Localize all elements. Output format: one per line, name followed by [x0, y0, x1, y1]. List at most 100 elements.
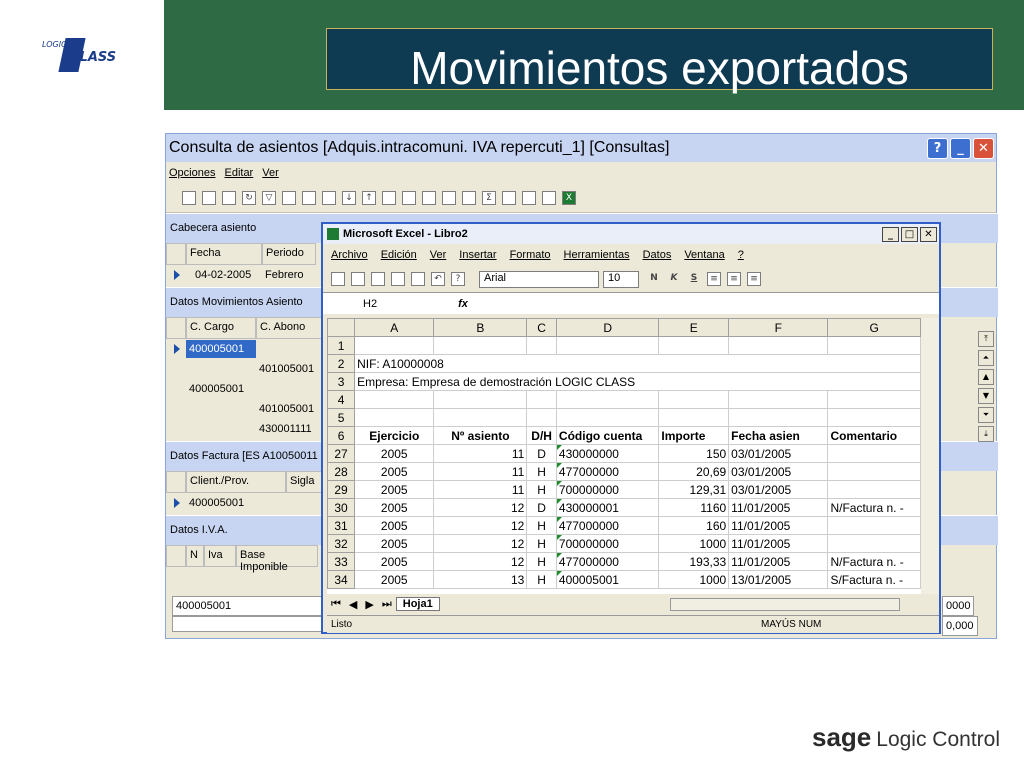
new-icon[interactable] [331, 272, 345, 286]
close-button[interactable]: ✕ [973, 137, 994, 159]
spreadsheet-grid[interactable]: A B C D E F G 1 2 NIF: A10000008 3 Empresa… [327, 318, 921, 594]
title-box: Movimientos exportados [326, 28, 993, 94]
minimize-button[interactable]: _ [950, 137, 971, 159]
cabecera-periodo[interactable]: Febrero [262, 266, 307, 284]
last-sheet-icon[interactable]: ⏭ [382, 598, 392, 611]
menu-formato[interactable]: Formato [510, 249, 551, 261]
bold-icon[interactable]: N [647, 272, 661, 286]
right-value-2: 0,000 [942, 616, 978, 636]
copy-icon[interactable] [422, 191, 436, 205]
print-preview-icon[interactable] [442, 191, 456, 205]
sum-icon[interactable]: Σ [482, 191, 496, 205]
excel-close-button[interactable]: ✕ [920, 226, 937, 242]
next-page-icon[interactable]: ⏷ [978, 407, 994, 423]
help-icon[interactable]: ? [451, 272, 465, 286]
first-sheet-icon[interactable]: ⏮ [331, 598, 341, 611]
toolbar: ↻ ▽ ↓ ↑ Σ X [166, 184, 996, 213]
clear-filter-icon[interactable] [302, 191, 316, 205]
refresh-icon[interactable]: ↻ [242, 191, 256, 205]
menu-archivo[interactable]: Archivo [331, 249, 368, 261]
align-center-icon[interactable]: ≡ [727, 272, 741, 286]
mov-row-1-cargo[interactable]: 400005001 [186, 340, 256, 358]
mov-row-4-abono[interactable]: 401005001 [256, 400, 317, 418]
cell-empresa[interactable]: Empresa: Empresa de demostración LOGIC C… [354, 372, 921, 391]
excel-maximize-button[interactable]: □ [901, 226, 918, 242]
permission-icon[interactable] [391, 272, 405, 286]
bottom-account-field[interactable]: 400005001 [172, 596, 322, 616]
row-pointer-icon [174, 498, 180, 508]
logo-small-text: LOGIC [42, 40, 67, 49]
grid-icon[interactable] [502, 191, 516, 205]
vertical-scrollbar[interactable] [921, 318, 939, 594]
factura-client[interactable]: 400005001 [186, 494, 247, 512]
last-record-icon[interactable]: ⤓ [978, 426, 994, 442]
col-c-abono: C. Abono [256, 317, 322, 339]
menu-ver[interactable]: Ver [430, 249, 447, 261]
align-left-icon[interactable]: ≡ [707, 272, 721, 286]
movimientos-header: C. Cargo C. Abono [166, 317, 322, 339]
print-icon[interactable] [462, 191, 476, 205]
prev-page-icon[interactable]: ⏶ [978, 350, 994, 366]
new-icon[interactable] [182, 191, 196, 205]
sort-az-icon[interactable] [382, 191, 396, 205]
excel-minimize-button[interactable]: _ [882, 226, 899, 242]
window-titlebar: Consulta de asientos [Adquis.intracomuni… [166, 134, 996, 162]
menu-edicion[interactable]: Edición [381, 249, 417, 261]
menu-opciones[interactable]: Opciones [169, 167, 215, 179]
prev-sheet-icon[interactable]: ◀ [349, 598, 357, 611]
print-icon[interactable] [411, 272, 425, 286]
horizontal-scrollbar[interactable] [669, 597, 900, 611]
name-box[interactable]: H2 [323, 298, 433, 310]
mov-row-2-abono[interactable]: 401005001 [256, 360, 317, 378]
excel-icon[interactable]: X [562, 191, 576, 205]
col-header-b[interactable]: B [433, 318, 528, 337]
menu-herramientas[interactable]: Herramientas [564, 249, 630, 261]
sort-asc-icon[interactable]: ↓ [342, 191, 356, 205]
table-row: 3 Empresa: Empresa de demostración LOGIC … [327, 372, 921, 391]
slide-title: Movimientos exportados [410, 42, 909, 94]
tools-icon[interactable] [542, 191, 556, 205]
prev-record-icon[interactable]: ▲ [978, 369, 994, 385]
next-record-icon[interactable]: ▼ [978, 388, 994, 404]
filter-icon[interactable]: ▽ [262, 191, 276, 205]
col-header-f[interactable]: F [728, 318, 829, 337]
next-sheet-icon[interactable]: ▶ [365, 598, 373, 611]
sheet-tab-hoja1[interactable]: Hoja1 [395, 597, 440, 611]
export-icon[interactable] [222, 191, 236, 205]
menu-insertar[interactable]: Insertar [459, 249, 496, 261]
edit-icon[interactable] [202, 191, 216, 205]
menu-ventana[interactable]: Ventana [684, 249, 724, 261]
excel-titlebar: Microsoft Excel - Libro2 _ □ ✕ [323, 224, 939, 244]
sort-desc-icon[interactable]: ↑ [362, 191, 376, 205]
table-row: 32 2005 12 H 700000000 1000 11/01/2005 [327, 534, 921, 553]
undo-icon[interactable]: ↶ [431, 272, 445, 286]
search-icon[interactable] [282, 191, 296, 205]
open-icon[interactable] [351, 272, 365, 286]
font-size-select[interactable]: 10 [603, 270, 639, 288]
filter-edit-icon[interactable] [322, 191, 336, 205]
col-header-c[interactable]: C [526, 318, 557, 337]
underline-icon[interactable]: S [687, 272, 701, 286]
mov-row-3-cargo[interactable]: 400005001 [186, 380, 247, 398]
menu-datos[interactable]: Datos [643, 249, 672, 261]
col-header-e[interactable]: E [658, 318, 730, 337]
report-icon[interactable] [522, 191, 536, 205]
excel-menu-bar: Archivo Edición Ver Insertar Formato Her… [323, 244, 939, 266]
bottom-empty-field[interactable] [172, 616, 322, 632]
help-button[interactable]: ? [927, 137, 948, 159]
menu-ver[interactable]: Ver [262, 167, 279, 179]
col-header-d[interactable]: D [555, 318, 660, 337]
save-icon[interactable] [371, 272, 385, 286]
first-record-icon[interactable]: ⤒ [978, 331, 994, 347]
italic-icon[interactable]: K [667, 272, 681, 286]
cell-nif[interactable]: NIF: A10000008 [354, 354, 921, 373]
align-right-icon[interactable]: ≡ [747, 272, 761, 286]
cabecera-fecha[interactable]: 04-02-2005 [192, 266, 254, 284]
col-header-a[interactable]: A [354, 318, 435, 337]
font-select[interactable]: Arial [479, 270, 599, 288]
menu-editar[interactable]: Editar [224, 167, 253, 179]
menu-help[interactable]: ? [738, 249, 744, 261]
columns-icon[interactable] [402, 191, 416, 205]
mov-row-5-abono[interactable]: 430001111 [256, 420, 315, 438]
col-header-g[interactable]: G [827, 318, 921, 337]
